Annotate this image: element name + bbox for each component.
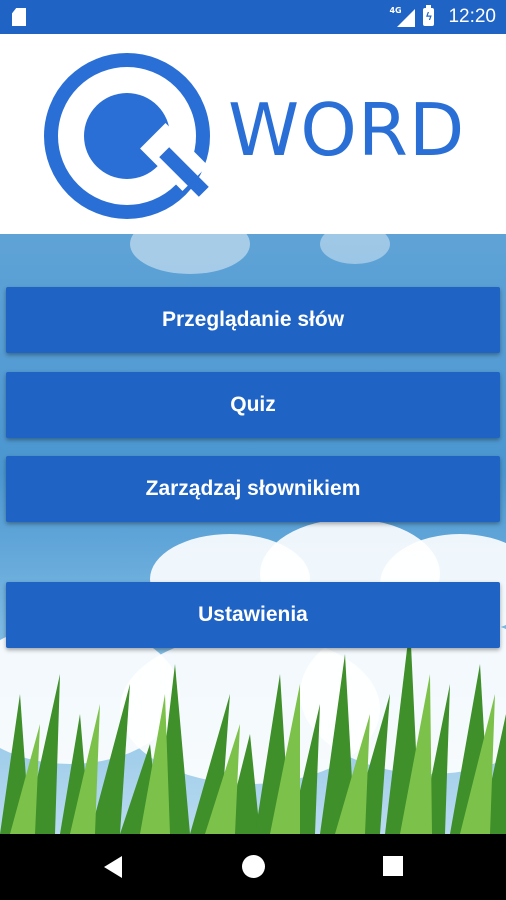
quiz-button[interactable]: Quiz [6,372,500,438]
settings-button[interactable]: Ustawienia [6,582,500,648]
qword-logo [40,49,215,229]
recent-apps-icon[interactable] [383,856,403,876]
logo-word: WORD [228,88,466,172]
sd-card-icon [12,8,26,26]
status-left [12,8,26,26]
browse-words-button[interactable]: Przeglądanie słów [6,287,500,353]
navigation-bar [0,834,506,900]
status-time: 12:20 [448,6,496,27]
q-logo-icon [44,53,210,219]
signal-icon: 4G [389,6,416,27]
grass-image [0,634,506,834]
back-icon[interactable] [104,856,122,878]
status-right: 4G ϟ 12:20 [389,0,496,34]
status-bar: 4G ϟ 12:20 [0,0,506,34]
app-header: WORD [0,34,506,234]
battery-charging-icon: ϟ [423,5,435,26]
home-icon[interactable] [242,855,265,878]
manage-dictionary-button[interactable]: Zarządzaj słownikiem [6,456,500,522]
